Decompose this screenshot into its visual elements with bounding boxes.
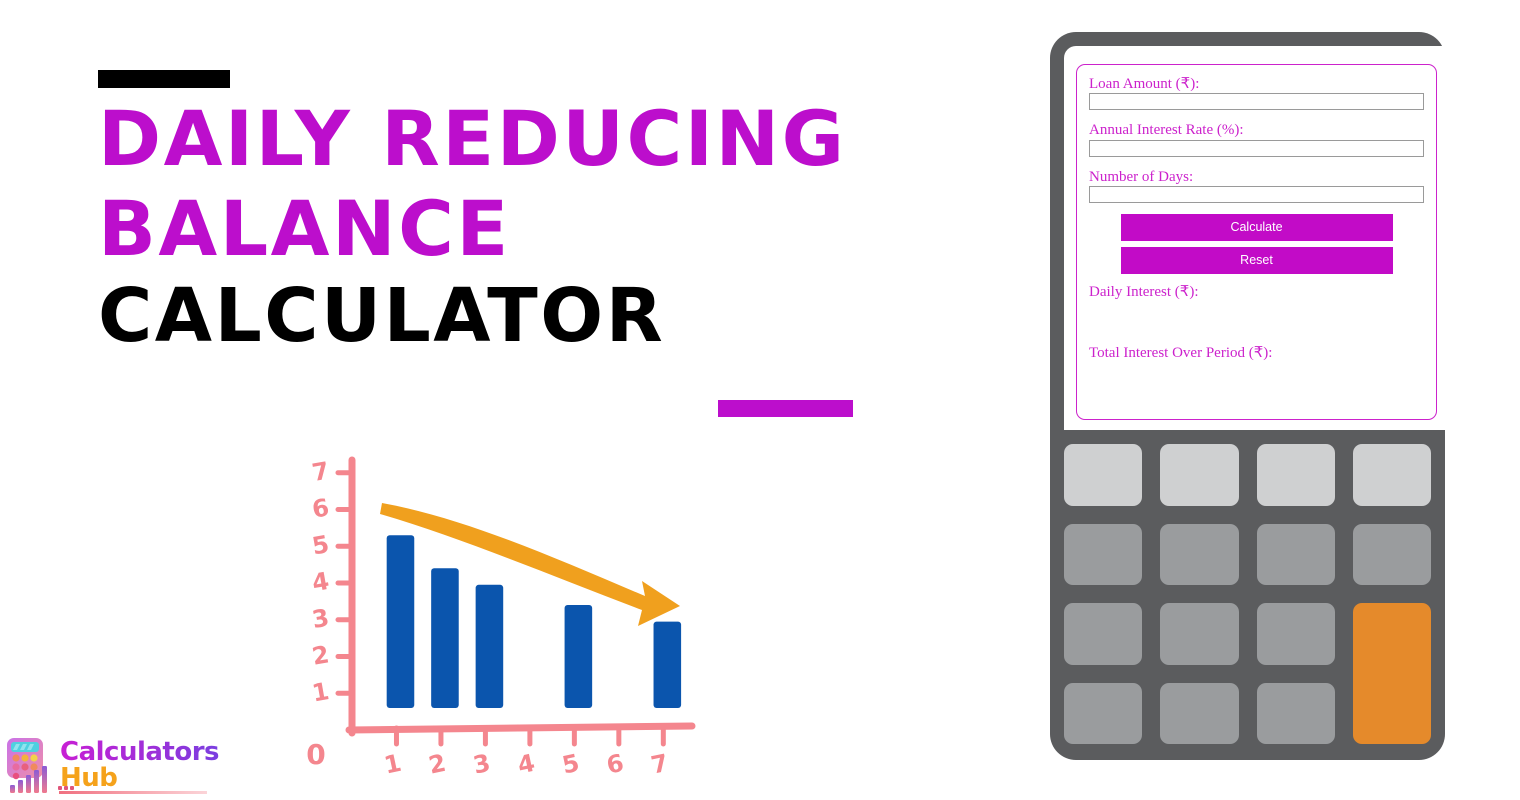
keypad-key[interactable] xyxy=(1064,603,1143,665)
keypad-key[interactable] xyxy=(1064,523,1143,585)
title-line-1: DAILY REDUCING xyxy=(98,94,847,183)
svg-text:4: 4 xyxy=(310,567,331,597)
keypad-key[interactable] xyxy=(1064,682,1143,744)
svg-text:6: 6 xyxy=(310,493,331,523)
keypad-key[interactable] xyxy=(1160,603,1239,665)
svg-text:1: 1 xyxy=(382,749,404,780)
keypad-key[interactable] xyxy=(1160,682,1239,744)
logo-word-calculators: Calculators xyxy=(60,736,220,767)
annual-interest-rate-input[interactable] xyxy=(1089,139,1424,157)
keypad-key[interactable] xyxy=(1064,444,1143,506)
svg-text:3: 3 xyxy=(310,604,331,634)
logo-underline xyxy=(59,791,207,794)
reset-button[interactable]: Reset xyxy=(1120,246,1393,274)
svg-text:3: 3 xyxy=(471,749,493,780)
keypad-key[interactable] xyxy=(1256,682,1335,744)
annual-interest-rate-label: Annual Interest Rate (%): xyxy=(1089,122,1244,139)
keypad-key-accent[interactable] xyxy=(1352,603,1431,744)
loan-amount-label: Loan Amount (₹): xyxy=(1089,76,1200,92)
page-title: DAILY REDUCING BALANCE CALCULATOR xyxy=(98,70,998,417)
title-line-3: CALCULATOR xyxy=(98,273,666,360)
svg-text:6: 6 xyxy=(604,749,626,780)
calculator-screen: Loan Amount (₹): Annual Interest Rate (%… xyxy=(1064,46,1445,430)
declining-bar-chart: 123456701234567 xyxy=(290,448,710,793)
title-bottom-rule xyxy=(718,400,853,417)
left-content-panel: DAILY REDUCING BALANCE CALCULATOR 123456… xyxy=(0,0,1040,800)
chart-svg: 12345670 1 2 3 4 5 6 7 xyxy=(306,456,696,780)
title-top-rule xyxy=(98,70,230,88)
loan-amount-input[interactable] xyxy=(1089,93,1424,111)
calculator-keypad[interactable] xyxy=(1064,444,1431,744)
number-of-days-label: Number of Days: xyxy=(1089,168,1194,185)
downward-trend-arrow xyxy=(380,503,680,626)
keypad-key[interactable] xyxy=(1352,444,1431,506)
calculators-hub-logo[interactable]: Calculators Hub xyxy=(4,732,220,798)
number-of-days-input[interactable] xyxy=(1089,185,1424,203)
daily-reducing-balance-form: Loan Amount (₹): Annual Interest Rate (%… xyxy=(1076,64,1437,420)
daily-interest-result: Daily Interest (₹): xyxy=(1089,283,1199,300)
keypad-key[interactable] xyxy=(1256,523,1335,585)
svg-text:5: 5 xyxy=(310,530,331,560)
keypad-key[interactable] xyxy=(1256,444,1335,506)
keypad-key[interactable] xyxy=(1160,444,1239,506)
svg-text:0: 0 xyxy=(306,738,325,771)
svg-text:7: 7 xyxy=(310,457,331,487)
keypad-key[interactable] xyxy=(1256,603,1335,665)
logo-dots xyxy=(58,786,74,790)
total-interest-result: Total Interest Over Period (₹): xyxy=(1089,345,1273,361)
svg-text:7: 7 xyxy=(649,749,671,780)
svg-text:2: 2 xyxy=(426,749,448,780)
calculate-button[interactable]: Calculate xyxy=(1120,213,1393,241)
keypad-key[interactable] xyxy=(1160,523,1239,585)
calculator-bars-logo-icon xyxy=(7,738,47,793)
title-line-2: BALANCE xyxy=(98,183,511,273)
svg-text:1: 1 xyxy=(310,677,331,707)
keypad-key[interactable] xyxy=(1352,523,1431,585)
logo-word-hub: Hub xyxy=(60,762,118,793)
calculator-device: Loan Amount (₹): Annual Interest Rate (%… xyxy=(1050,32,1445,760)
svg-text:5: 5 xyxy=(560,749,582,780)
svg-text:2: 2 xyxy=(310,640,331,670)
svg-text:4: 4 xyxy=(515,749,537,780)
logo-wordmark: Calculators Hub xyxy=(60,736,220,793)
